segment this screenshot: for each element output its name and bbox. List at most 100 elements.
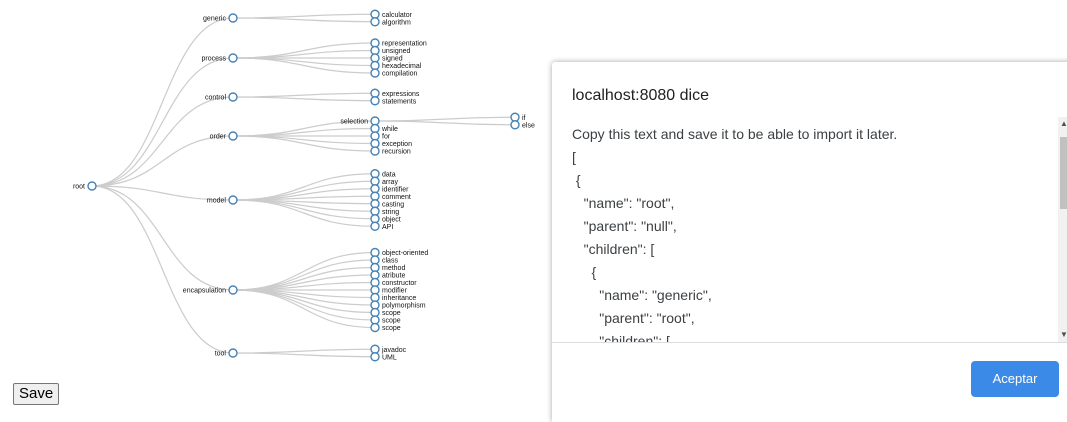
node-circle-icon[interactable] xyxy=(228,195,238,205)
node-label: tool xyxy=(215,351,227,358)
alert-dialog: localhost:8080 dice Copy this text and s… xyxy=(552,62,1067,422)
node-circle-icon[interactable] xyxy=(228,285,238,295)
tree-node-hexadecimal[interactable]: hexadecimal xyxy=(370,60,422,71)
tree-link xyxy=(374,120,516,126)
node-circle-icon[interactable] xyxy=(370,352,380,362)
node-label: class xyxy=(382,258,398,265)
tree-node-API[interactable]: API xyxy=(370,221,393,231)
dialog-message-line: "parent": "null", xyxy=(572,218,677,234)
tree-link xyxy=(232,180,376,201)
node-circle-icon[interactable] xyxy=(370,292,380,303)
node-label: scope xyxy=(382,325,401,332)
node-label: model xyxy=(207,198,227,205)
dialog-message-line: "children": [ xyxy=(572,241,655,257)
node-circle-icon[interactable] xyxy=(370,270,380,280)
node-label: unsigned xyxy=(382,48,411,55)
dialog-message-line: "name": "generic", xyxy=(572,287,712,303)
tree-node-model[interactable]: model xyxy=(207,195,238,205)
tree-link xyxy=(374,116,516,122)
tree-node-else[interactable]: else xyxy=(510,120,535,130)
tree-node-compilation[interactable]: compilation xyxy=(370,68,418,78)
node-label: exception xyxy=(382,141,412,148)
node-circle-icon[interactable] xyxy=(370,146,380,156)
node-circle-icon[interactable] xyxy=(510,120,520,130)
tree-node-recursion[interactable]: recursion xyxy=(370,146,411,156)
scroll-up-icon[interactable]: ▲ xyxy=(1060,119,1067,129)
tree-diagram: root generic calculatoralgorithm process rep… xyxy=(73,9,535,362)
node-circle-icon[interactable] xyxy=(370,38,380,48)
tree-node-inheritance[interactable]: inheritance xyxy=(370,292,416,303)
tree-node-polymorphism[interactable]: polymorphism xyxy=(370,300,426,310)
node-circle-icon[interactable] xyxy=(370,53,380,63)
node-label: object xyxy=(382,216,401,223)
tree-node-representation[interactable]: representation xyxy=(370,38,427,48)
tree-node-scope[interactable]: scope xyxy=(370,322,401,333)
node-label: for xyxy=(382,134,391,141)
node-circle-icon[interactable] xyxy=(370,307,380,318)
node-label: modifier xyxy=(382,288,408,295)
accept-button[interactable]: Aceptar xyxy=(971,361,1059,397)
scroll-down-icon[interactable]: ▼ xyxy=(1060,330,1067,340)
node-circle-icon[interactable] xyxy=(228,13,238,23)
tree-link xyxy=(232,13,376,19)
tree-node-algorithm[interactable]: algorithm xyxy=(370,17,411,27)
node-circle-icon[interactable] xyxy=(370,221,380,231)
node-circle-icon[interactable] xyxy=(228,92,238,102)
node-circle-icon[interactable] xyxy=(228,348,238,358)
node-label: order xyxy=(210,134,227,141)
node-circle-icon[interactable] xyxy=(370,255,380,265)
tree-node-exception[interactable]: exception xyxy=(370,138,412,149)
node-circle-icon[interactable] xyxy=(228,131,238,141)
tree-node-constructor[interactable]: constructor xyxy=(370,277,417,288)
node-circle-icon[interactable] xyxy=(370,322,380,333)
tree-link xyxy=(232,251,376,291)
node-label: atribute xyxy=(382,273,405,280)
tree-node-generic[interactable]: generic xyxy=(203,13,238,23)
tree-link xyxy=(91,57,234,187)
node-circle-icon[interactable] xyxy=(87,181,97,191)
dialog-message-line: Copy this text and save it to be able to… xyxy=(572,126,898,142)
tree-node-statements[interactable]: statements xyxy=(370,96,417,106)
node-circle-icon[interactable] xyxy=(370,45,380,56)
node-label: process xyxy=(201,56,226,63)
node-circle-icon[interactable] xyxy=(370,9,380,19)
dialog-scrollbar[interactable]: ▲ ▼ xyxy=(1058,117,1067,342)
tree-node-root[interactable]: root xyxy=(73,181,97,191)
node-circle-icon[interactable] xyxy=(370,315,380,325)
dialog-message-area[interactable]: Copy this text and save it to be able to… xyxy=(552,117,1067,342)
dialog-message-line: { xyxy=(572,264,597,280)
dialog-message-line: { xyxy=(572,172,581,188)
node-circle-icon[interactable] xyxy=(370,285,380,295)
tree-node-encapsulation[interactable]: encapsulation xyxy=(183,285,238,295)
node-label: array xyxy=(382,179,398,186)
save-button[interactable]: Save xyxy=(13,383,60,405)
tree-node-order[interactable]: order xyxy=(210,131,238,141)
tree-link xyxy=(232,96,376,102)
node-circle-icon[interactable] xyxy=(370,277,380,288)
tree-link xyxy=(232,352,376,358)
node-label: control xyxy=(205,95,226,102)
tree-node-tool[interactable]: tool xyxy=(215,348,238,358)
tree-node-control[interactable]: control xyxy=(205,92,238,102)
tree-link xyxy=(232,348,376,354)
tree-node-expressions[interactable]: expressions xyxy=(370,88,420,98)
node-circle-icon[interactable] xyxy=(370,17,380,27)
tree-node-process[interactable]: process xyxy=(201,53,238,63)
node-circle-icon[interactable] xyxy=(370,96,380,106)
node-label: while xyxy=(381,126,398,133)
node-circle-icon[interactable] xyxy=(228,53,238,63)
node-label: recursion xyxy=(382,149,411,156)
tree-node-calculator[interactable]: calculator xyxy=(370,9,413,19)
node-label: data xyxy=(382,171,396,178)
node-label: hexadecimal xyxy=(382,63,422,70)
tree-node-object-oriented[interactable]: object-oriented xyxy=(370,247,428,258)
node-circle-icon[interactable] xyxy=(370,300,380,310)
node-circle-icon[interactable] xyxy=(370,68,380,78)
scroll-thumb[interactable] xyxy=(1060,137,1067,209)
node-circle-icon[interactable] xyxy=(370,262,380,273)
tree-node-UML[interactable]: UML xyxy=(370,352,397,362)
dialog-message-line: "children": [ xyxy=(572,333,670,342)
tree-link xyxy=(232,199,376,220)
tree-node-comment[interactable]: comment xyxy=(370,191,411,201)
node-circle-icon[interactable] xyxy=(370,344,380,354)
